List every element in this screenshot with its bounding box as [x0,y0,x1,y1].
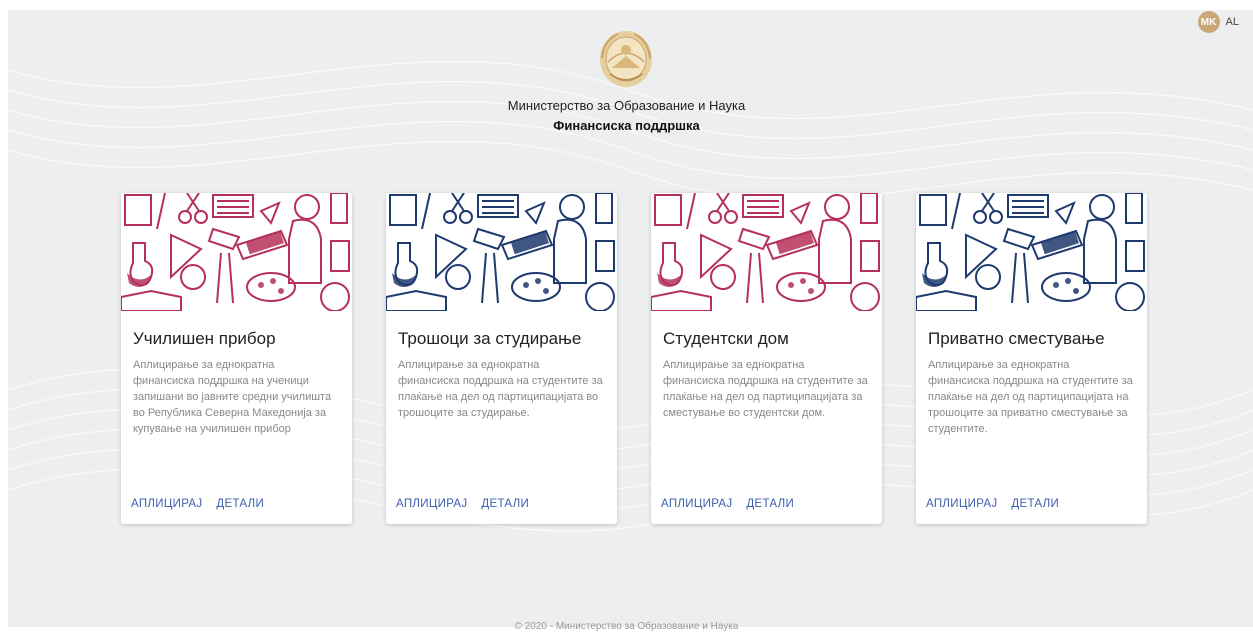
details-button[interactable]: ДЕТАЛИ [1011,498,1059,510]
card-actions: АПЛИЦИРАЈ ДЕТАЛИ [926,498,1059,510]
apply-button[interactable]: АПЛИЦИРАЈ [661,498,732,510]
card-school-supplies: Училишен прибор Аплицирање за еднократна… [121,193,352,524]
language-al-button[interactable]: AL [1226,16,1239,28]
card-description: Аплицирање за еднократна финансиска подд… [928,359,1133,435]
card-actions: АПЛИЦИРАЈ ДЕТАЛИ [661,498,794,510]
details-button[interactable]: ДЕТАЛИ [481,498,529,510]
school-supplies-illustration [651,193,882,311]
ministry-name: Министерство за Образование и Наука [507,98,746,113]
card-study-costs: Трошоци за студирање Аплицирање за еднок… [386,193,617,524]
card-private-accommodation: Приватно сместување Аплицирање за еднокр… [916,193,1147,524]
apply-button[interactable]: АПЛИЦИРАЈ [396,498,467,510]
details-button[interactable]: ДЕТАЛИ [746,498,794,510]
school-supplies-illustration [916,193,1147,311]
card-actions: АПЛИЦИРАЈ ДЕТАЛИ [131,498,264,510]
language-switcher: MK AL [1197,11,1239,33]
card-actions: АПЛИЦИРАЈ ДЕТАЛИ [396,498,529,510]
card-title: Студентски дом [663,329,789,348]
details-button[interactable]: ДЕТАЛИ [216,498,264,510]
school-supplies-illustration [121,193,352,311]
card-title: Приватно сместување [928,329,1105,348]
school-supplies-illustration [386,193,617,311]
language-mk-button[interactable]: MK [1197,11,1220,33]
card-student-dorm: Студентски дом Аплицирање за еднократна … [651,193,882,524]
card-title: Трошоци за студирање [398,329,582,348]
card-description: Аплицирање за еднократна финансиска подд… [398,359,603,419]
apply-button[interactable]: АПЛИЦИРАЈ [926,498,997,510]
coat-of-arms-icon [600,31,652,87]
apply-button[interactable]: АПЛИЦИРАЈ [131,498,202,510]
card-description: Аплицирање за еднократна финансиска подд… [133,359,332,435]
card-title: Училишен прибор [133,329,276,348]
card-description: Аплицирање за еднократна финансиска подд… [663,359,868,419]
page-subtitle: Финансиска поддршка [553,118,700,133]
